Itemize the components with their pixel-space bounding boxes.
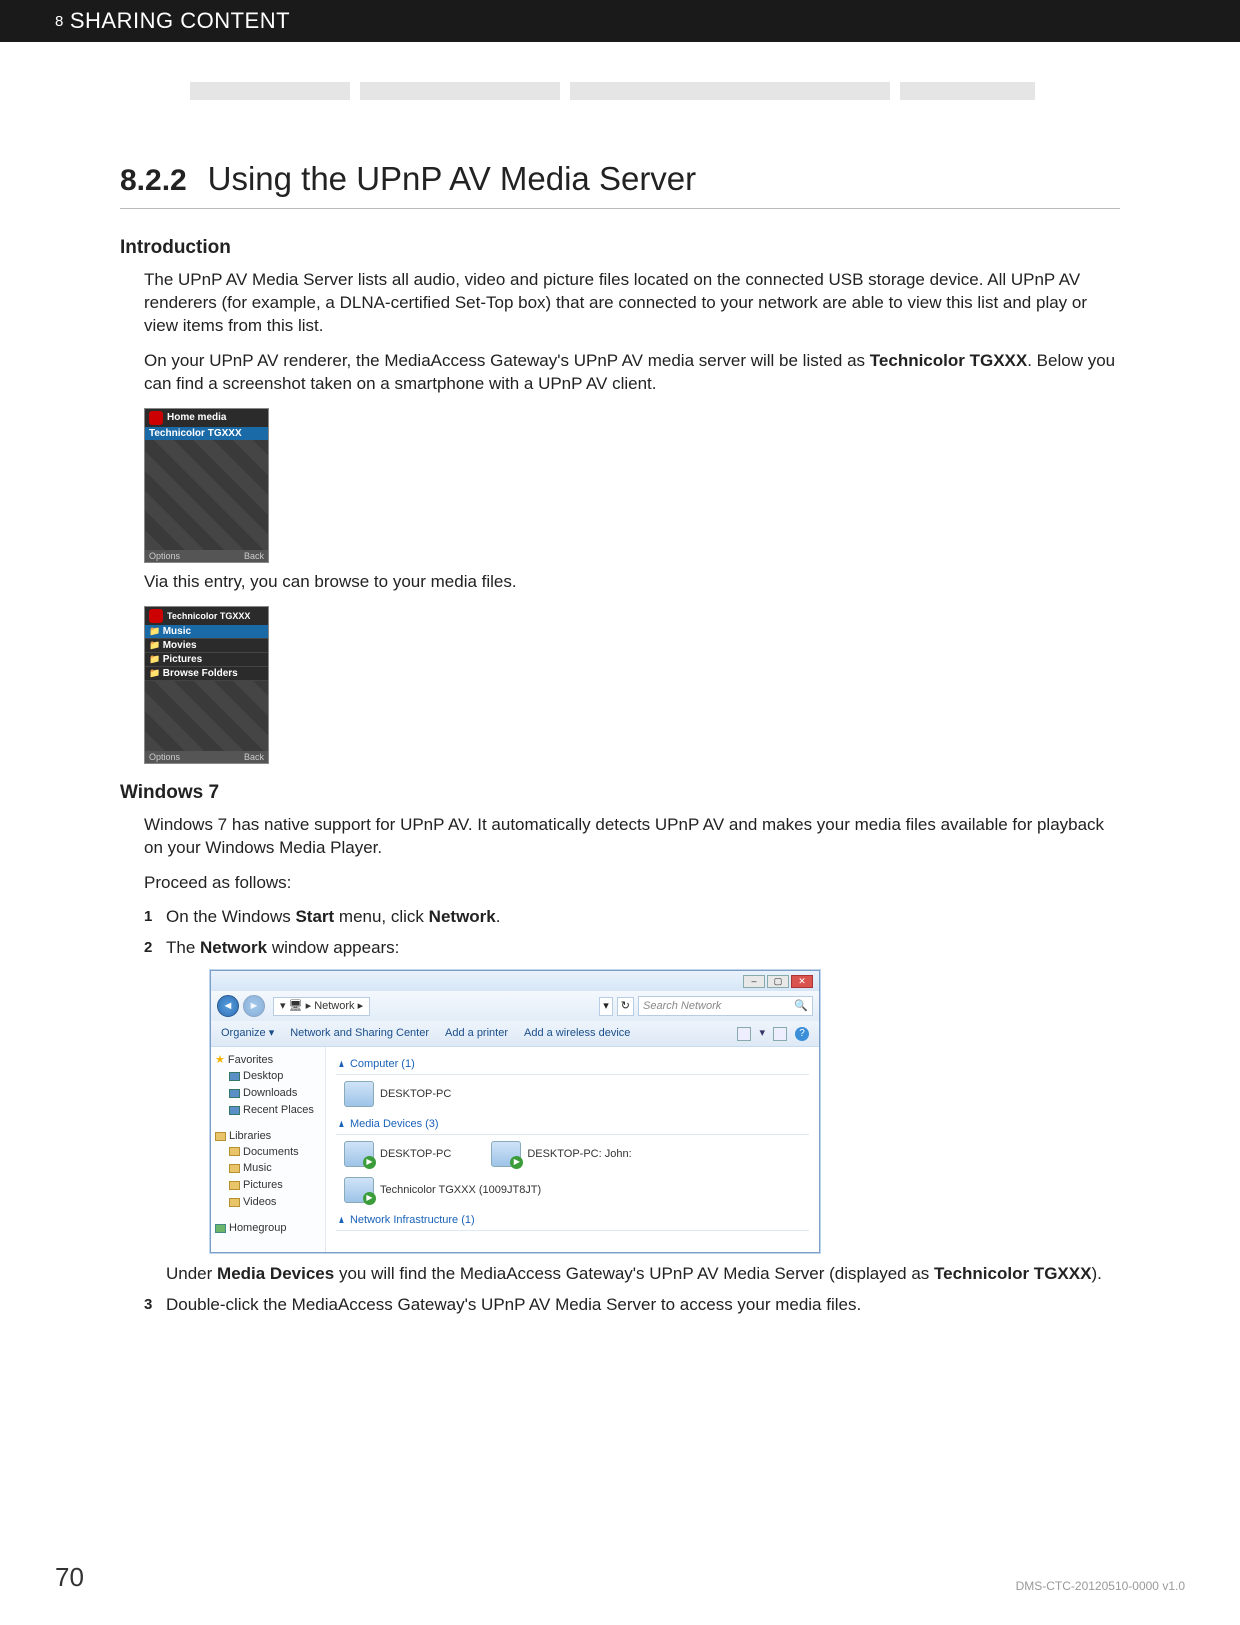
media-device-icon <box>491 1141 521 1167</box>
sidebar-desktop[interactable]: Desktop <box>229 1068 321 1085</box>
view-icon[interactable] <box>737 1027 751 1041</box>
sidebar-homegroup[interactable]: Homegroup <box>215 1221 321 1236</box>
home-icon <box>149 609 163 623</box>
win7-navbar: ◄ ► ▾ 🖥 ▸ Network ▸ ▾ ↻ Search Network🔍 <box>211 991 819 1021</box>
win7-toolbar: Organize ▾ Network and Sharing Center Ad… <box>211 1021 819 1047</box>
phone2-item-music: Music <box>145 625 268 639</box>
win7-main: ▲ Computer (1) DESKTOP-PC ▲ Media Device… <box>326 1047 819 1251</box>
document-id: DMS-CTC-20120510-0000 v1.0 <box>1016 1579 1185 1593</box>
media-device-icon <box>344 1141 374 1167</box>
home-icon <box>149 411 163 425</box>
add-printer-link[interactable]: Add a printer <box>445 1026 508 1041</box>
forward-button[interactable]: ► <box>243 995 265 1017</box>
close-button[interactable]: ✕ <box>791 975 813 988</box>
section-title: Using the UPnP AV Media Server <box>208 160 697 197</box>
sidebar-libraries[interactable]: Libraries <box>215 1129 321 1144</box>
intro-p2: On your UPnP AV renderer, the MediaAcces… <box>144 350 1120 396</box>
sidebar-documents[interactable]: Documents <box>229 1144 321 1161</box>
phone-screenshot-2: Technicolor TGXXX Music Movies Pictures … <box>144 606 269 764</box>
search-input[interactable]: Search Network🔍 <box>638 996 813 1016</box>
computer-icon <box>344 1081 374 1107</box>
win7-body: Favorites Desktop Downloads Recent Place… <box>211 1047 819 1251</box>
tab-placeholder <box>190 82 350 100</box>
sidebar-recent[interactable]: Recent Places <box>229 1102 321 1119</box>
step-3: 3 Double-click the MediaAccess Gateway's… <box>144 1294 1120 1317</box>
search-icon: 🔍 <box>794 999 808 1014</box>
media-device-technicolor[interactable]: Technicolor TGXXX (1009JT8JT) <box>344 1177 541 1203</box>
category-media[interactable]: ▲ Media Devices (3) <box>336 1117 809 1135</box>
tab-placeholder <box>570 82 890 100</box>
category-infra[interactable]: ▲ Network Infrastructure (1) <box>336 1213 809 1231</box>
phone2-list: Music Movies Pictures Browse Folders <box>145 625 268 681</box>
intro-p1: The UPnP AV Media Server lists all audio… <box>144 269 1120 338</box>
win7-p1: Windows 7 has native support for UPnP AV… <box>144 814 1120 860</box>
phone1-titlebar: Home media <box>145 409 268 427</box>
intro-heading: Introduction <box>120 237 1120 259</box>
page-number: 70 <box>55 1562 84 1593</box>
breadcrumb[interactable]: ▾ 🖥 ▸ Network ▸ <box>273 997 370 1016</box>
win7-sidebar: Favorites Desktop Downloads Recent Place… <box>211 1047 326 1251</box>
tab-placeholder <box>900 82 1035 100</box>
win7-steps: 1 On the Windows Start menu, click Netwo… <box>144 906 1120 1316</box>
win7-p2: Proceed as follows: <box>144 872 1120 895</box>
section-number: 8.2.2 <box>120 164 187 198</box>
phone2-titlebar: Technicolor TGXXX <box>145 607 268 625</box>
media-device-icon <box>344 1177 374 1203</box>
device-desktop-pc[interactable]: DESKTOP-PC <box>344 1081 451 1107</box>
win7-network-window: – ▢ ✕ ◄ ► ▾ 🖥 ▸ Network ▸ ▾ ↻ Search Net <box>210 970 820 1252</box>
help-icon[interactable]: ? <box>795 1027 809 1041</box>
page-footer: 70 DMS-CTC-20120510-0000 v1.0 <box>0 1562 1240 1593</box>
sidebar-videos[interactable]: Videos <box>229 1194 321 1211</box>
media-device-desktop[interactable]: DESKTOP-PC <box>344 1141 451 1167</box>
windows7-heading: Windows 7 <box>120 782 1120 804</box>
sidebar-downloads[interactable]: Downloads <box>229 1085 321 1102</box>
phone1-selected-item: Technicolor TGXXX <box>145 427 268 440</box>
category-computer[interactable]: ▲ Computer (1) <box>336 1057 809 1075</box>
tab-strip <box>0 42 1240 100</box>
phone2-softkeys: OptionsBack <box>145 751 268 763</box>
phone2-item-pictures: Pictures <box>145 653 268 667</box>
section-heading: 8.2.2 Using the UPnP AV Media Server <box>120 160 1120 209</box>
tab-placeholder <box>360 82 560 100</box>
refresh-icon[interactable]: ↻ <box>617 997 634 1016</box>
phone2-body <box>145 681 268 751</box>
phone2-item-movies: Movies <box>145 639 268 653</box>
chapter-number: 8 <box>55 13 64 30</box>
phone2-item-browse: Browse Folders <box>145 667 268 681</box>
intro-p3: Via this entry, you can browse to your m… <box>144 571 1120 594</box>
win7-titlebar: – ▢ ✕ <box>211 971 819 991</box>
sidebar-music[interactable]: Music <box>229 1160 321 1177</box>
phone-screenshot-1: Home media Technicolor TGXXX OptionsBack <box>144 408 269 563</box>
refresh-button[interactable]: ▾ <box>599 997 613 1016</box>
network-sharing-link[interactable]: Network and Sharing Center <box>290 1026 429 1041</box>
sidebar-favorites[interactable]: Favorites <box>215 1053 321 1068</box>
minimize-button[interactable]: – <box>743 975 765 988</box>
preview-icon[interactable] <box>773 1027 787 1041</box>
sidebar-pictures[interactable]: Pictures <box>229 1177 321 1194</box>
step-1: 1 On the Windows Start menu, click Netwo… <box>144 906 1120 929</box>
media-device-john[interactable]: DESKTOP-PC: John: <box>491 1141 631 1167</box>
maximize-button[interactable]: ▢ <box>767 975 789 988</box>
organize-menu[interactable]: Organize ▾ <box>221 1026 274 1041</box>
phone1-body <box>145 440 268 550</box>
phone1-softkeys: OptionsBack <box>145 550 268 562</box>
back-button[interactable]: ◄ <box>217 995 239 1017</box>
step-2: 2 The Network window appears: – ▢ ✕ ◄ ► … <box>144 937 1120 1285</box>
add-wireless-link[interactable]: Add a wireless device <box>524 1026 630 1041</box>
chapter-header: 8 SHARING CONTENT <box>0 0 1240 42</box>
chapter-title: SHARING CONTENT <box>70 8 290 34</box>
